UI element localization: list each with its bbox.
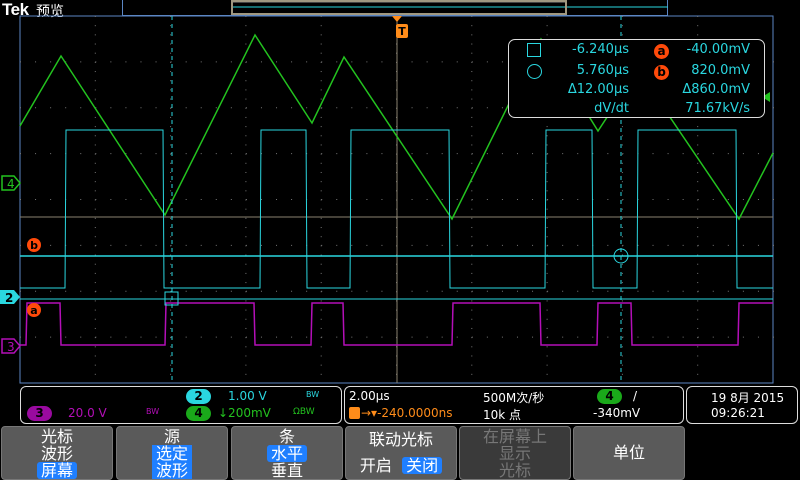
trigger-level: -340mV [593, 406, 641, 420]
slope-label: dV/dt [594, 101, 629, 116]
cursor-a-badge: a [654, 44, 669, 59]
channel-panel[interactable]: 2 1.00 V BW 3 20.0 V BW 4 ↓200mV ΩBW [20, 386, 342, 424]
svg-text:3: 3 [7, 340, 15, 354]
menu-cursor-type[interactable]: 光标 波形 屏幕 [1, 426, 113, 480]
ch3-badge[interactable]: 3 [27, 406, 52, 421]
horizontal-scale: 2.00µs [349, 389, 390, 403]
ch2-scale: 1.00 V [228, 389, 267, 403]
delta-voltage: Δ860.0mV [682, 82, 750, 97]
trigger-source-badge: 4 [597, 389, 622, 404]
menu-line: 光标 [498, 461, 531, 480]
menu-title: 联动光标 [368, 430, 433, 449]
trigger-position-icon [392, 16, 402, 22]
svg-text:4: 4 [7, 177, 15, 191]
horizontal-position: →▾-240.0000ns [361, 406, 453, 420]
ch4-badge[interactable]: 4 [186, 406, 211, 421]
menu-linked-cursors[interactable]: 联动光标 开启 关闭 [345, 426, 457, 480]
menu-line: 在屏幕上 [482, 427, 547, 446]
option-waveform[interactable]: 波形 [2, 445, 112, 462]
ch4-bw-icon: ΩBW [293, 407, 315, 417]
circle-cursor-icon [527, 64, 542, 79]
menu-title: 单位 [612, 443, 645, 462]
option-waveform[interactable]: 波形 [151, 462, 192, 479]
svg-text:a: a [30, 304, 37, 317]
ch2-bw-icon: BW [306, 390, 320, 399]
ch2-marker-icon: 2 [0, 290, 20, 305]
ch3-marker-icon: 3 [1, 338, 21, 354]
ch4-scale: ↓200mV [218, 406, 271, 420]
cursor-readout: -6.240µs 5.760µs Δ12.00µs dV/dt a b -40.… [508, 39, 765, 118]
menu-bars[interactable]: 条 水平 垂直 [231, 426, 343, 480]
menu-show-cursors-onscreen: 在屏幕上 显示 光标 [459, 426, 571, 480]
date: 19 8月 2015 [711, 391, 785, 405]
menu-units[interactable]: 单位 [573, 426, 685, 480]
option-vertical[interactable]: 垂直 [232, 462, 342, 479]
ch3-scale: 20.0 V [68, 406, 107, 420]
option-selected[interactable]: 选定 [151, 445, 192, 462]
square-cursor-icon [527, 43, 541, 57]
svg-text:T: T [398, 25, 406, 38]
svg-text:b: b [30, 239, 38, 252]
slope-value: 71.67kV/s [685, 101, 750, 116]
cursor-b-value: 820.0mV [691, 63, 750, 78]
time: 09:26:21 [711, 406, 765, 420]
ch2-badge[interactable]: 2 [186, 389, 211, 404]
sample-rate: 500M次/秒 [483, 391, 545, 405]
menu-title: 源 [163, 427, 180, 446]
cursor2-time: 5.760µs [576, 63, 629, 78]
cursor-b-marker-icon: b [27, 238, 41, 252]
ch3-bw-icon: BW [146, 407, 160, 416]
delta-time: Δ12.00µs [567, 82, 629, 97]
menu-title: 条 [278, 427, 295, 446]
cursor-a-value: -40.00mV [686, 42, 750, 57]
menu-line: 显示 [498, 444, 531, 463]
svg-text:2: 2 [5, 291, 13, 305]
horizontal-trigger-panel[interactable]: 2.00µs →▾-240.0000ns 500M次/秒 10k 点 4 / -… [344, 386, 684, 424]
option-on[interactable]: 开启 [360, 456, 392, 475]
trigger-icon [349, 407, 360, 419]
option-screen-selected[interactable]: 屏幕 [36, 462, 77, 479]
record-length: 10k 点 [483, 408, 522, 422]
option-horizontal-selected[interactable]: 水平 [266, 445, 307, 462]
option-off-selected[interactable]: 关闭 [402, 457, 443, 474]
cursor-a-marker-icon: a [27, 303, 41, 317]
ch4-marker-icon: 4 [1, 175, 21, 191]
menu-title: 光标 [40, 427, 73, 446]
datetime-panel: 19 8月 2015 09:26:21 [686, 386, 798, 424]
trigger-slope: / [633, 389, 638, 403]
cursor1-time: -6.240µs [572, 42, 629, 57]
cursor-b-badge: b [654, 65, 669, 80]
menu-source[interactable]: 源 选定 波形 [116, 426, 228, 480]
